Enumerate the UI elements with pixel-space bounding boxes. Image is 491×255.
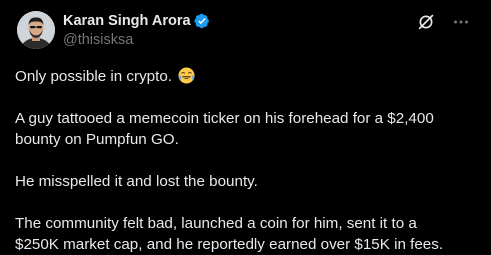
post-paragraph-2: A guy tattooed a memecoin ticker on his …	[15, 108, 476, 150]
post-text-line: bounty on Pumpfun GO.	[15, 131, 179, 148]
avatar[interactable]	[17, 11, 55, 49]
post-text-line: The community felt bad, launched a coin …	[15, 215, 417, 232]
name-row: Karan Singh Arora	[63, 12, 210, 30]
post-card: Karan Singh Arora @thisisksa Only possib…	[0, 0, 491, 253]
post-actions	[417, 13, 470, 31]
post-paragraph-1: Only possible in crypto.	[15, 66, 476, 87]
verified-badge-icon[interactable]	[194, 13, 210, 29]
post-paragraph-4: The community felt bad, launched a coin …	[15, 213, 476, 255]
author-name[interactable]: Karan Singh Arora	[63, 13, 191, 29]
post-header: Karan Singh Arora @thisisksa	[15, 11, 476, 51]
author-handle[interactable]: @thisisksa	[63, 32, 210, 48]
post-text-line: He misspelled it and lost the bounty.	[15, 173, 258, 190]
post-text-line: A guy tattooed a memecoin ticker on his …	[15, 110, 434, 127]
post-paragraph-3: He misspelled it and lost the bounty.	[15, 171, 476, 192]
grok-icon[interactable]	[417, 13, 435, 31]
post-text-line: $250K market cap, and he reportedly earn…	[15, 236, 444, 253]
post-body: Only possible in crypto. A guy tattooed …	[15, 66, 476, 255]
post-text-line: Only possible in crypto.	[15, 68, 173, 85]
tears-of-joy-emoji-icon	[178, 67, 195, 84]
author-block: Karan Singh Arora @thisisksa	[63, 12, 210, 48]
more-horizontal-icon[interactable]	[452, 13, 470, 31]
avatar-photo-icon	[17, 11, 55, 49]
